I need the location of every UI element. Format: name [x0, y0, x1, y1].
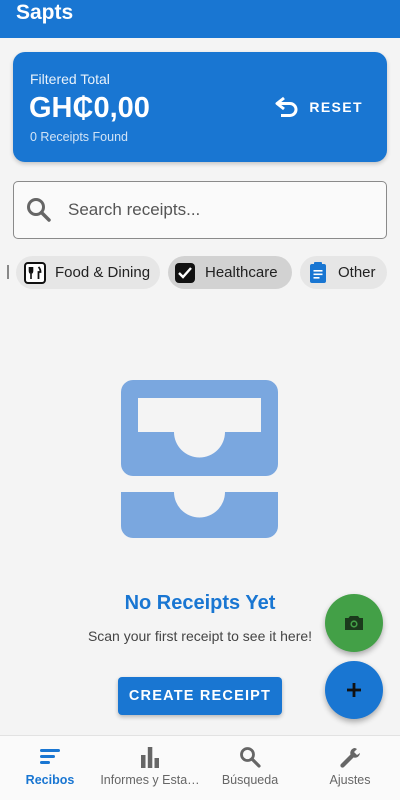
app-title: Sapts: [16, 1, 74, 24]
nav-label: Ajustes: [329, 773, 371, 787]
receipt-count: 0 Receipts Found: [30, 130, 128, 144]
summary-amount: GH₵0,00: [29, 92, 150, 124]
document-icon: [307, 261, 329, 284]
filtered-total-card: Filtered Total GH₵0,00 0 Receipts Found …: [13, 52, 387, 162]
nav-label: Búsqueda: [221, 773, 279, 787]
nav-item-busqueda[interactable]: Búsqueda: [200, 736, 300, 800]
nav-label: Informes y Esta…: [100, 773, 200, 787]
chip-food-dining[interactable]: Food & Dining: [16, 256, 160, 289]
reset-button[interactable]: RESET: [275, 94, 363, 120]
chip-label: Other: [338, 264, 376, 281]
inbox-tray-icon: [121, 380, 278, 538]
search-input[interactable]: [68, 200, 358, 220]
search-icon: [240, 747, 261, 768]
category-chips: Food & Dining Healthcare Other: [0, 256, 400, 289]
create-receipt-button[interactable]: CREATE RECEIPT: [118, 677, 282, 715]
chip-label: Food & Dining: [55, 264, 151, 281]
bottom-navigation: Recibos Informes y Esta… Búsqueda Ajuste…: [0, 735, 400, 800]
undo-icon: [275, 96, 298, 117]
chip-scroll-edge: [7, 265, 9, 279]
search-icon: [27, 198, 51, 222]
nav-item-informes[interactable]: Informes y Esta…: [100, 736, 200, 800]
bar-chart-icon: [141, 747, 159, 768]
summary-label: Filtered Total: [30, 71, 110, 87]
app-bar: Sapts: [0, 0, 400, 38]
receipt-list-icon: [40, 749, 60, 764]
restaurant-icon: [24, 261, 46, 284]
wrench-icon: [340, 748, 360, 768]
search-box[interactable]: [13, 181, 387, 239]
scan-camera-fab[interactable]: [325, 594, 383, 652]
checkbox-icon: [174, 262, 196, 284]
nav-item-recibos[interactable]: Recibos: [0, 736, 100, 800]
add-icon: [347, 683, 361, 697]
nav-item-ajustes[interactable]: Ajustes: [300, 736, 400, 800]
chip-label: Healthcare: [205, 264, 278, 281]
chip-healthcare[interactable]: Healthcare: [168, 256, 292, 289]
nav-label: Recibos: [25, 773, 75, 787]
add-receipt-fab[interactable]: [325, 661, 383, 719]
camera-icon: [345, 616, 363, 630]
chip-other[interactable]: Other: [300, 256, 387, 289]
reset-label: RESET: [309, 99, 363, 115]
